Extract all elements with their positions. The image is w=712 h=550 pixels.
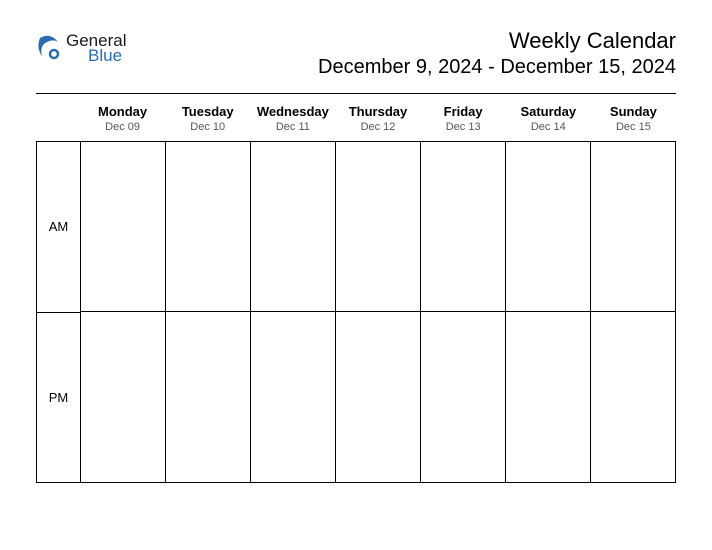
logo: General Blue (36, 32, 126, 64)
day-name: Saturday (506, 104, 591, 119)
day-header: Thursday Dec 12 (335, 100, 420, 141)
cell (251, 142, 336, 311)
logo-text: General Blue (66, 32, 126, 64)
day-header: Monday Dec 09 (80, 100, 165, 141)
header: General Blue Weekly Calendar December 9,… (36, 28, 676, 79)
day-header: Saturday Dec 14 (506, 100, 591, 141)
cell (81, 312, 166, 482)
day-date: Dec 13 (421, 121, 506, 133)
cell (591, 142, 675, 311)
day-name: Sunday (591, 104, 676, 119)
cell (166, 142, 251, 311)
cell (81, 142, 166, 311)
day-name: Friday (421, 104, 506, 119)
cell (591, 312, 675, 482)
cells (81, 142, 675, 482)
cell (251, 312, 336, 482)
title-block: Weekly Calendar December 9, 2024 - Decem… (318, 28, 676, 79)
day-date: Dec 10 (165, 121, 250, 133)
day-headers: Monday Dec 09 Tuesday Dec 10 Wednesday D… (80, 100, 676, 141)
day-name: Wednesday (250, 104, 335, 119)
page-title: Weekly Calendar (318, 28, 676, 54)
row-labels: AM PM (37, 142, 81, 482)
cell-row-pm (81, 312, 675, 482)
row-label-pm: PM (37, 313, 80, 483)
day-date: Dec 09 (80, 121, 165, 133)
cell (336, 312, 421, 482)
cell (166, 312, 251, 482)
cell (421, 142, 506, 311)
cell-row-am (81, 142, 675, 312)
date-range: December 9, 2024 - December 15, 2024 (318, 56, 676, 79)
day-header: Friday Dec 13 (421, 100, 506, 141)
day-date: Dec 14 (506, 121, 591, 133)
day-date: Dec 12 (335, 121, 420, 133)
day-date: Dec 15 (591, 121, 676, 133)
day-name: Thursday (335, 104, 420, 119)
calendar-grid: AM PM (36, 141, 676, 483)
day-name: Monday (80, 104, 165, 119)
day-name: Tuesday (165, 104, 250, 119)
cell (506, 142, 591, 311)
cell (421, 312, 506, 482)
cell (506, 312, 591, 482)
cell (336, 142, 421, 311)
row-label-am: AM (37, 142, 80, 313)
day-header: Tuesday Dec 10 (165, 100, 250, 141)
day-header: Sunday Dec 15 (591, 100, 676, 141)
logo-swoosh-icon (36, 32, 62, 64)
logo-text-blue: Blue (88, 47, 126, 64)
header-divider (36, 93, 676, 94)
day-header: Wednesday Dec 11 (250, 100, 335, 141)
day-date: Dec 11 (250, 121, 335, 133)
